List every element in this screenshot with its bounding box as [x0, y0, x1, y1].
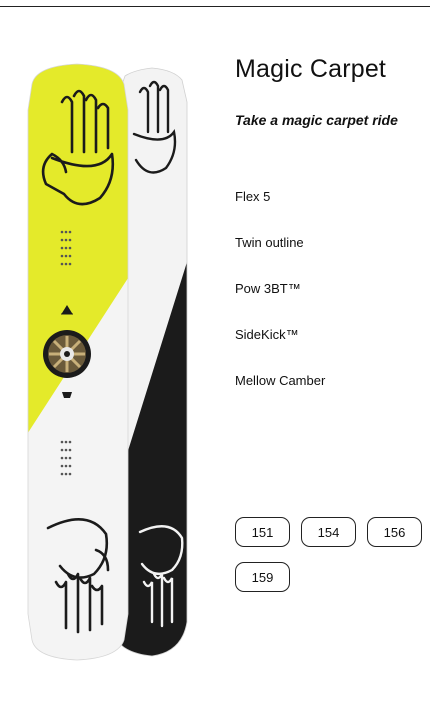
product-tagline: Take a magic carpet ride	[235, 112, 398, 128]
feature-item-flex: Flex 5	[235, 189, 271, 204]
feature-item-outline: Twin outline	[235, 235, 304, 250]
front-board	[28, 64, 128, 660]
feature-item-pow-3bt: Pow 3BT™	[235, 281, 301, 296]
top-divider	[0, 6, 430, 7]
size-option-154[interactable]: 154	[301, 517, 356, 547]
feature-list: Flex 5 Twin outline Pow 3BT™ SideKick™ M…	[235, 189, 325, 389]
feature-item-sidekick: SideKick™	[235, 327, 299, 342]
size-option-156[interactable]: 156	[367, 517, 422, 547]
size-option-151[interactable]: 151	[235, 517, 290, 547]
snowboard-image	[27, 63, 188, 661]
product-info: Magic Carpet Take a magic carpet ride	[235, 54, 425, 129]
size-selector: 151 154 156 159	[235, 517, 430, 592]
size-option-159[interactable]: 159	[235, 562, 290, 592]
feature-item-camber: Mellow Camber	[235, 373, 326, 388]
product-title: Magic Carpet	[235, 55, 387, 83]
